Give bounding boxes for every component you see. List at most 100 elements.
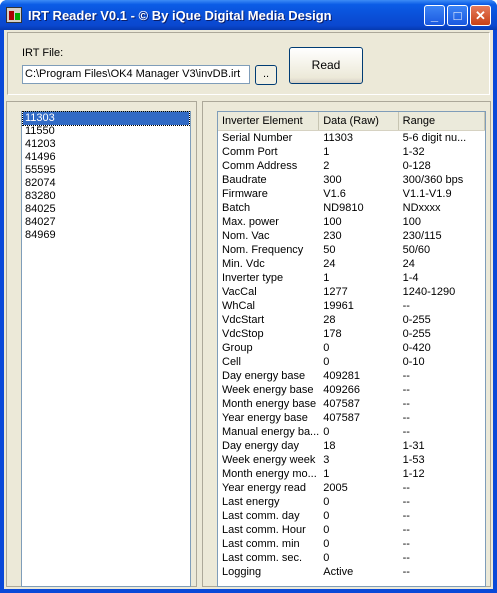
table-row[interactable]: Last energy 0 --: [218, 495, 485, 509]
table-row[interactable]: Min. Vdc 24 24: [218, 257, 485, 271]
table-row[interactable]: Last comm. sec. 0 --: [218, 551, 485, 565]
inverter-table[interactable]: Inverter Element Data (Raw) Range Serial…: [217, 111, 486, 587]
cell-element: VdcStart: [222, 314, 265, 326]
table-row[interactable]: Year energy base 407587 --: [218, 411, 485, 425]
cell-range: 1-53: [402, 454, 425, 466]
cell-range: 100: [402, 216, 421, 228]
table-row[interactable]: Year energy read 2005 --: [218, 481, 485, 495]
table-header: Inverter Element Data (Raw) Range: [218, 112, 485, 131]
inverter-list-item[interactable]: 41496: [23, 151, 189, 164]
cell-range: 1-31: [402, 440, 425, 452]
cell-data: 178: [323, 328, 342, 340]
table-row[interactable]: VdcStart 28 0-255: [218, 313, 485, 327]
cell-element: Year energy read: [222, 482, 306, 494]
client-area: IRT File: C:\Program Files\OK4 Manager V…: [4, 30, 493, 589]
irt-file-path-field[interactable]: C:\Program Files\OK4 Manager V3\invDB.ir…: [22, 65, 250, 84]
cell-range: --: [402, 412, 410, 424]
browse-button[interactable]: ..: [255, 65, 277, 85]
cell-range: 0-128: [402, 160, 431, 172]
table-row[interactable]: Nom. Frequency 50 50/60: [218, 243, 485, 257]
table-row[interactable]: Comm Port 1 1-32: [218, 145, 485, 159]
cell-element: Day energy base: [222, 370, 306, 382]
cell-element: VdcStop: [222, 328, 264, 340]
table-row[interactable]: Day energy day 18 1-31: [218, 439, 485, 453]
table-row[interactable]: Week energy base 409266 --: [218, 383, 485, 397]
cell-element: WhCal: [222, 300, 256, 312]
table-row[interactable]: Last comm. min 0 --: [218, 537, 485, 551]
cell-element: Cell: [222, 356, 241, 368]
cell-element: Nom. Frequency: [222, 244, 304, 256]
app-icon[interactable]: [6, 7, 22, 23]
cell-range: 5-6 digit nu...: [402, 132, 467, 144]
cell-range: 1240-1290: [402, 286, 456, 298]
table-row[interactable]: Baudrate 300 300/360 bps: [218, 173, 485, 187]
table-row[interactable]: VacCal 1277 1240-1290: [218, 285, 485, 299]
table-row[interactable]: Last comm. Hour 0 --: [218, 523, 485, 537]
cell-element: Min. Vdc: [222, 258, 265, 270]
inverter-list-item[interactable]: 11550: [23, 125, 189, 138]
cell-element: VacCal: [222, 286, 257, 298]
app-window: IRT Reader V0.1 - © By iQue Digital Medi…: [0, 0, 497, 593]
cell-data: 3: [323, 454, 330, 466]
table-row[interactable]: Week energy week 3 1-53: [218, 453, 485, 467]
inverter-list-item[interactable]: 82074: [23, 177, 189, 190]
cell-data: 230: [323, 230, 342, 242]
table-row[interactable]: Month energy base 407587 --: [218, 397, 485, 411]
cell-data: 2: [323, 160, 330, 172]
table-row[interactable]: Manual energy ba... 0 --: [218, 425, 485, 439]
table-row[interactable]: Day energy base 409281 --: [218, 369, 485, 383]
table-row[interactable]: WhCal 19961 --: [218, 299, 485, 313]
cell-range: --: [402, 496, 410, 508]
cell-data: 0: [323, 426, 330, 438]
title-bar[interactable]: IRT Reader V0.1 - © By iQue Digital Medi…: [0, 0, 497, 30]
cell-range: 0-255: [402, 328, 431, 340]
table-row[interactable]: Month energy mo... 1 1-12: [218, 467, 485, 481]
read-button[interactable]: Read: [289, 47, 363, 84]
inverter-list-item[interactable]: 84969: [23, 229, 189, 242]
inverter-list-item[interactable]: 55595: [23, 164, 189, 177]
table-row[interactable]: Cell 0 0-10: [218, 355, 485, 369]
close-button[interactable]: ✕: [470, 5, 491, 26]
table-row[interactable]: Firmware V1.6 V1.1-V1.9: [218, 187, 485, 201]
cell-range: NDxxxx: [402, 202, 441, 214]
inverter-listbox[interactable]: 11303 11550 41203 41496 55595 82074 83280 84025…: [21, 111, 191, 587]
table-row[interactable]: Inverter type 1 1-4: [218, 271, 485, 285]
column-header-element[interactable]: Inverter Element: [218, 112, 320, 130]
inverter-list-item[interactable]: 83280: [23, 190, 189, 203]
maximize-button[interactable]: □: [447, 5, 468, 26]
cell-range: 0-255: [402, 314, 431, 326]
table-row[interactable]: Batch ND9810 NDxxxx: [218, 201, 485, 215]
cell-range: --: [402, 398, 410, 410]
cell-data: ND9810: [323, 202, 364, 214]
inverter-list-item[interactable]: 11303: [22, 111, 190, 126]
cell-element: Month energy mo...: [222, 468, 317, 480]
cell-data: 100: [323, 216, 342, 228]
table-row[interactable]: Group 0 0-420: [218, 341, 485, 355]
cell-range: --: [402, 510, 410, 522]
table-row[interactable]: Comm Address 2 0-128: [218, 159, 485, 173]
table-row[interactable]: Last comm. day 0 --: [218, 509, 485, 523]
cell-range: 230/115: [402, 230, 442, 242]
cell-range: --: [402, 384, 410, 396]
cell-element: Last comm. sec.: [222, 552, 303, 564]
table-row[interactable]: Serial Number 11303 5-6 digit nu...: [218, 131, 485, 145]
column-header-data[interactable]: Data (Raw): [319, 112, 399, 130]
table-row[interactable]: Max. power 100 100: [218, 215, 485, 229]
cell-range: 1-12: [402, 468, 425, 480]
column-header-range[interactable]: Range: [399, 112, 485, 130]
inverter-list-item[interactable]: 84025: [23, 203, 189, 216]
cell-data: 28: [323, 314, 336, 326]
cell-range: --: [402, 482, 410, 494]
cell-data: 1: [323, 146, 330, 158]
cell-range: --: [402, 538, 410, 550]
minimize-button[interactable]: _: [424, 5, 445, 26]
inverter-list-item[interactable]: 84027: [23, 216, 189, 229]
table-row[interactable]: Logging Active --: [218, 565, 485, 579]
table-row[interactable]: Nom. Vac 230 230/115: [218, 229, 485, 243]
cell-element: Inverter type: [222, 272, 284, 284]
cell-data: 1: [323, 468, 330, 480]
cell-range: 24: [402, 258, 415, 270]
table-row[interactable]: VdcStop 178 0-255: [218, 327, 485, 341]
cell-data: 0: [323, 496, 330, 508]
inverter-list-item[interactable]: 41203: [23, 138, 189, 151]
